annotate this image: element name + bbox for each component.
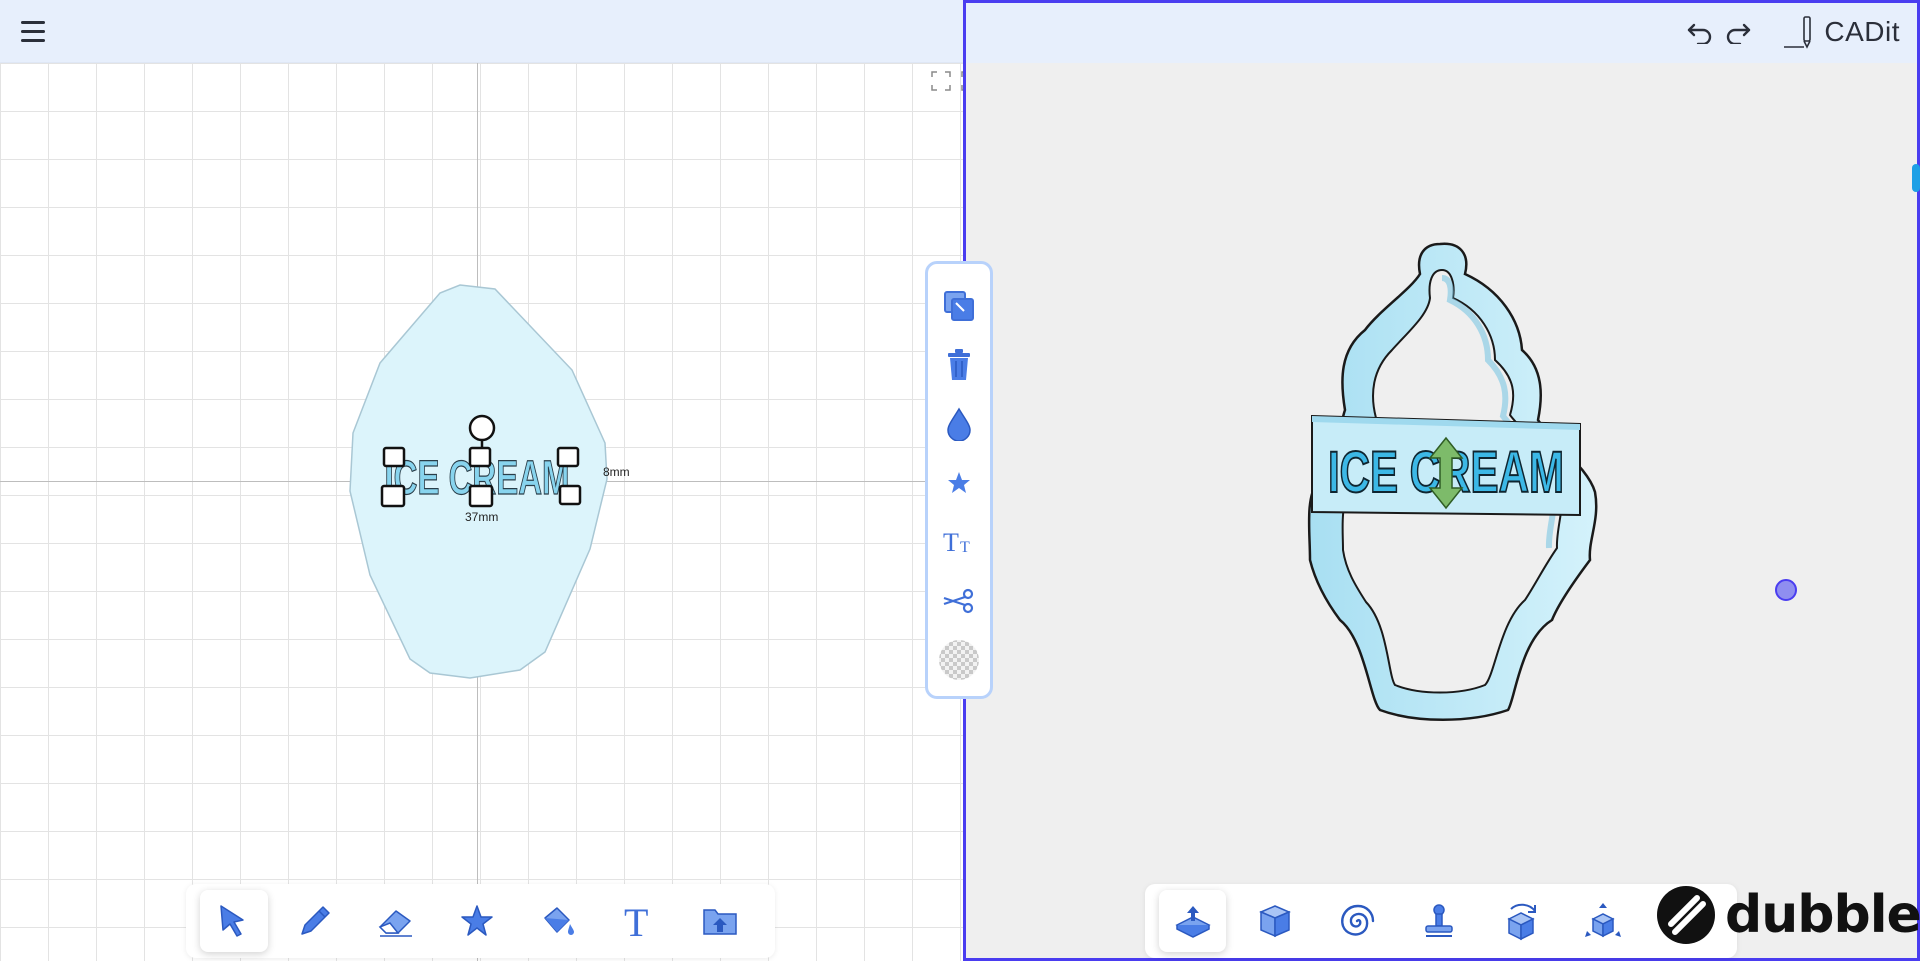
redo-button[interactable]	[1722, 16, 1754, 48]
side-panel-handle[interactable]	[1912, 164, 1920, 192]
scale-cube-icon	[1584, 903, 1621, 938]
spiral-icon	[1340, 904, 1374, 936]
rotate-cube-icon	[1506, 903, 1536, 941]
select-tool-button[interactable]	[200, 890, 268, 952]
stamp-icon	[1424, 904, 1453, 937]
transparency-button[interactable]	[935, 630, 983, 689]
3d-model[interactable]: ICE CREAM	[1270, 230, 1610, 730]
undo-icon	[1688, 23, 1712, 44]
sketch-toolbar: T	[186, 884, 775, 958]
extrude-tool-button[interactable]	[1159, 890, 1226, 952]
svg-text:T: T	[960, 539, 970, 556]
shapes-button[interactable]	[935, 453, 983, 512]
stamp-tool-button[interactable]	[1405, 890, 1472, 952]
dubble-watermark: dubble	[1655, 880, 1920, 950]
scissors-icon	[943, 588, 974, 613]
folder-upload-icon	[703, 909, 737, 935]
spiral-tool-button[interactable]	[1323, 890, 1390, 952]
width-dimension-label: 37mm	[465, 510, 499, 524]
watermark-text: dubble	[1725, 885, 1920, 945]
shapes-tool-button[interactable]	[443, 890, 511, 952]
app-title: CADit	[1824, 16, 1900, 47]
star-icon	[461, 905, 493, 936]
undo-redo-group	[1684, 16, 1754, 48]
checkerboard-icon	[939, 639, 979, 680]
object-toolbar: T T	[925, 261, 993, 699]
droplet-icon	[947, 407, 971, 441]
delete-button[interactable]	[935, 335, 983, 394]
cursor-arrow-icon	[220, 905, 244, 937]
erase-tool-button[interactable]	[362, 890, 430, 952]
rotate-tool-button[interactable]	[1487, 890, 1554, 952]
text-size-button[interactable]: T T	[935, 512, 983, 571]
undo-button[interactable]	[1684, 16, 1716, 48]
3d-toolbar	[1145, 884, 1737, 958]
svg-text:T: T	[943, 528, 959, 557]
brand: CADit	[1782, 15, 1900, 49]
fill-tool-button[interactable]	[524, 890, 592, 952]
star-icon	[948, 471, 970, 493]
text-tool-button[interactable]: T	[605, 890, 673, 952]
trash-icon	[948, 348, 970, 380]
cube-tool-button[interactable]	[1241, 890, 1308, 952]
import-tool-button[interactable]	[686, 890, 754, 952]
duplicate-icon	[944, 290, 974, 321]
expand-corners-icon[interactable]	[930, 70, 952, 92]
height-dimension-label: 8mm	[603, 465, 630, 479]
pencil-icon	[1784, 16, 1812, 49]
extrude-icon	[1174, 906, 1211, 938]
duplicate-button[interactable]	[935, 276, 983, 335]
eraser-icon	[378, 910, 412, 937]
hamburger-menu-icon[interactable]	[18, 18, 48, 46]
orbit-control-dot[interactable]	[1775, 579, 1797, 601]
sketch-canvas[interactable]: ICE CREAM 37mm 8mm	[0, 63, 963, 961]
paint-bucket-icon	[544, 907, 574, 935]
pencil-icon	[301, 906, 330, 935]
color-button[interactable]	[935, 394, 983, 453]
redo-icon	[1727, 23, 1751, 44]
text-T-icon: T	[624, 902, 648, 940]
cut-button[interactable]	[935, 571, 983, 630]
top-right-controls: CADit	[1684, 14, 1900, 50]
scale-tool-button[interactable]	[1569, 890, 1636, 952]
cube-icon	[1258, 905, 1291, 938]
text-size-icon: T T	[943, 528, 970, 557]
draw-tool-button[interactable]	[281, 890, 349, 952]
dubble-logo-icon	[1657, 886, 1715, 944]
svg-text:T: T	[624, 902, 648, 940]
